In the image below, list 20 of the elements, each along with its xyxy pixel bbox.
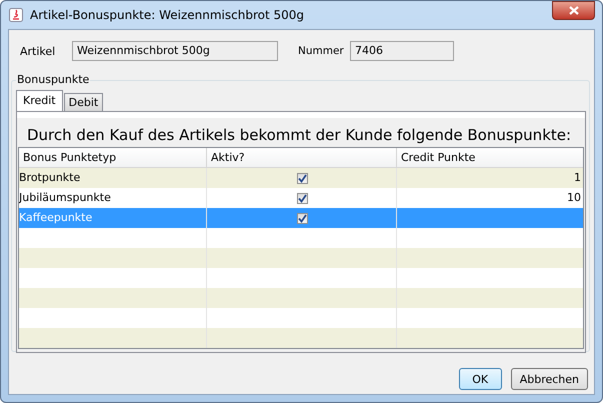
app-icon — [9, 8, 23, 22]
field-label: Artikel — [20, 44, 56, 58]
close-icon — [568, 6, 578, 15]
checkbox[interactable] — [297, 172, 308, 184]
text-field[interactable]: 7406 — [350, 41, 454, 61]
checkbox[interactable] — [297, 212, 308, 224]
close-button[interactable] — [552, 1, 595, 20]
table-cell-text: 1 — [573, 170, 582, 186]
field-label: Nummer — [298, 45, 345, 57]
group-title: Bonuspunkte — [16, 73, 90, 87]
tab[interactable]: Debit — [64, 93, 104, 111]
checkbox[interactable] — [297, 192, 308, 204]
heading-text: Durch den Kauf des Artikels bekommt der Kunde folgende Bonuspunkte: — [27, 126, 572, 146]
tab[interactable]: Kredit — [16, 90, 63, 111]
text-field[interactable]: Weizennmischbrot 500g — [72, 41, 278, 61]
dialog-button[interactable]: Abbrechen — [510, 368, 588, 390]
table-cell-text: 10 — [566, 190, 582, 206]
window-title: Artikel-Bonuspunkte: Weizennmischbrot 500g — [30, 8, 306, 22]
dialog-button[interactable]: OK — [458, 368, 502, 390]
table-row[interactable]: Brotpunkte 1 — [19, 168, 583, 188]
